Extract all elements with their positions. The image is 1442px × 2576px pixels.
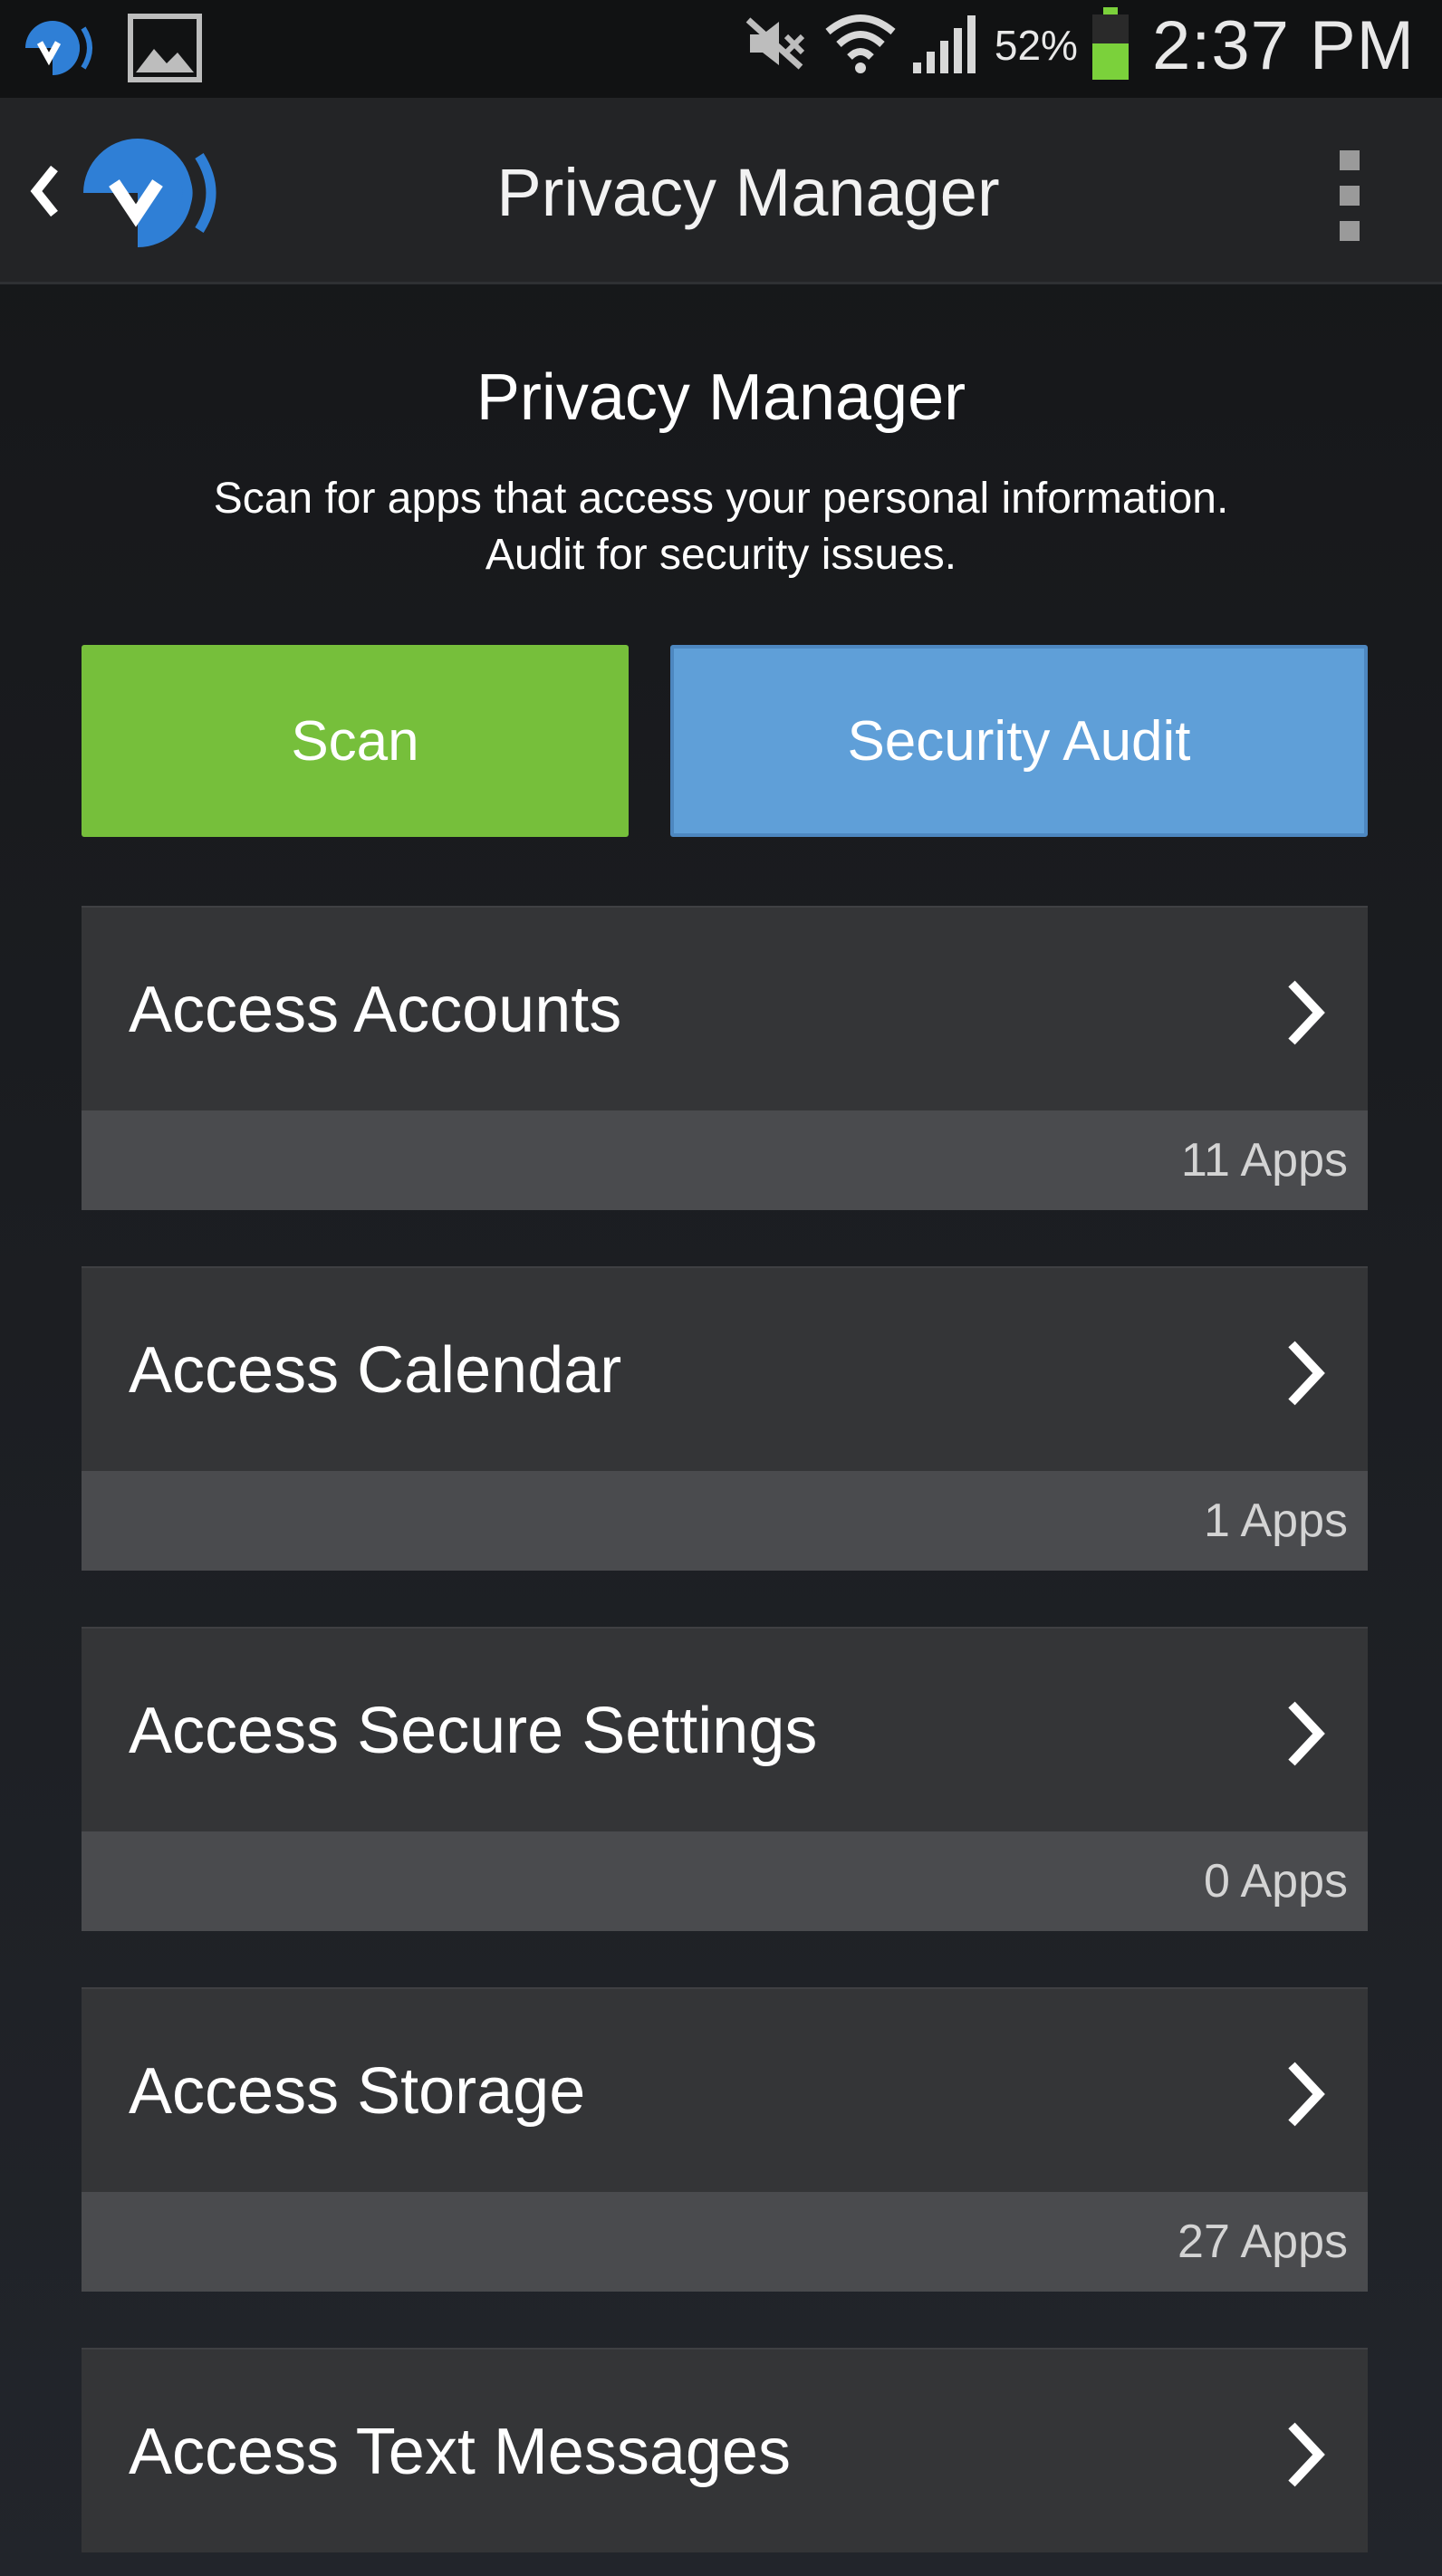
- card-header[interactable]: Access Storage: [82, 1987, 1368, 2192]
- malwarebytes-notification-icon: [20, 15, 107, 85]
- category-card-calendar[interactable]: Access Calendar 1 Apps: [82, 1266, 1368, 1571]
- screen: 52% 2:37 PM Privacy Manager Privacy Mana…: [0, 0, 1442, 2576]
- card-header[interactable]: Access Accounts: [82, 906, 1368, 1110]
- category-card-storage[interactable]: Access Storage 27 Apps: [82, 1987, 1368, 2292]
- mute-icon: [743, 14, 810, 77]
- security-audit-button[interactable]: Security Audit: [670, 645, 1368, 837]
- card-header[interactable]: Access Text Messages: [82, 2348, 1368, 2552]
- page-subtitle: Scan for apps that access your personal …: [0, 471, 1442, 583]
- subtitle-line-2: Audit for security issues.: [485, 531, 957, 579]
- page-title: Privacy Manager: [476, 361, 966, 434]
- category-card-secure-settings[interactable]: Access Secure Settings 0 Apps: [82, 1627, 1368, 1931]
- app-count: 11 Apps: [1180, 1134, 1348, 1187]
- overflow-menu-icon[interactable]: [1331, 150, 1368, 241]
- subtitle-line-1: Scan for apps that access your personal …: [213, 475, 1229, 523]
- card-label: Access Storage: [129, 2055, 586, 2128]
- battery-percent: 52%: [994, 22, 1078, 69]
- app-count: 0 Apps: [1203, 1855, 1348, 1908]
- app-count: 27 Apps: [1178, 2216, 1348, 2268]
- action-bar-title: Privacy Manager: [496, 155, 1000, 230]
- overflow-dot: [1340, 221, 1360, 241]
- card-footer: 1 Apps: [82, 1471, 1368, 1571]
- wifi-icon: [824, 12, 897, 80]
- action-bar: Privacy Manager: [0, 98, 1442, 284]
- card-footer: 11 Apps: [82, 1110, 1368, 1210]
- card-label: Access Calendar: [129, 1334, 622, 1407]
- scan-button[interactable]: Scan: [82, 645, 629, 837]
- card-label: Access Text Messages: [129, 2416, 791, 2488]
- gallery-icon: [127, 13, 203, 88]
- battery-icon: [1091, 6, 1129, 84]
- clock: 2:37 PM: [1151, 6, 1415, 84]
- card-footer: 27 Apps: [82, 2192, 1368, 2292]
- app-count: 1 Apps: [1203, 1495, 1348, 1547]
- category-card-text-messages[interactable]: Access Text Messages: [82, 2348, 1368, 2576]
- category-card-accounts[interactable]: Access Accounts 11 Apps: [82, 906, 1368, 1210]
- status-bar: 52% 2:37 PM: [0, 0, 1442, 98]
- chevron-right-icon: [1283, 976, 1328, 1053]
- card-header[interactable]: Access Secure Settings: [82, 1627, 1368, 1831]
- chevron-right-icon: [1283, 1697, 1328, 1774]
- card-label: Access Secure Settings: [129, 1695, 818, 1767]
- chevron-right-icon: [1283, 2058, 1328, 2135]
- overflow-dot: [1340, 186, 1360, 206]
- overflow-dot: [1340, 150, 1360, 170]
- card-label: Access Accounts: [129, 974, 622, 1046]
- card-footer: 0 Apps: [82, 1831, 1368, 1931]
- signal-icon: [911, 12, 980, 80]
- chevron-right-icon: [1283, 1337, 1328, 1414]
- card-header[interactable]: Access Calendar: [82, 1266, 1368, 1471]
- chevron-right-icon: [1283, 2418, 1328, 2495]
